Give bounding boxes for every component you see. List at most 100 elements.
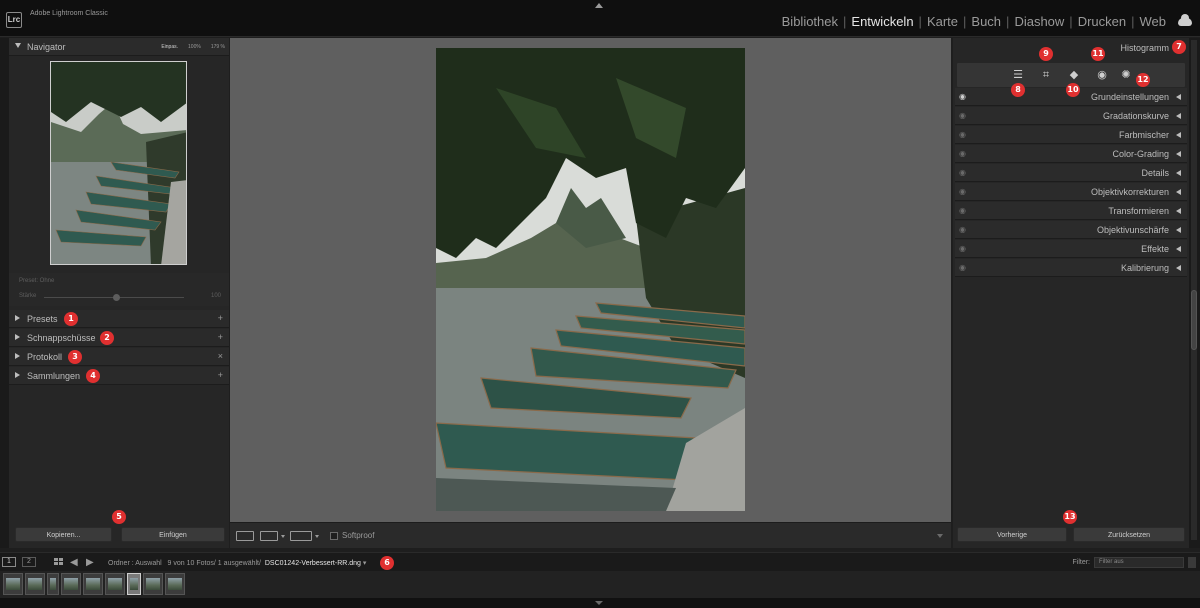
- panel-effekte[interactable]: ◉ Effekte: [955, 240, 1187, 258]
- module-picker: Bibliothek | Entwickeln | Karte | Buch | Dia…: [782, 14, 1166, 29]
- scrollbar-thumb[interactable]: [1191, 290, 1197, 350]
- filmstrip-thumbnail[interactable]: [61, 573, 81, 595]
- before-after-split-icon[interactable]: [290, 531, 312, 541]
- panel-kalibrierung[interactable]: ◉ Kalibrierung: [955, 259, 1187, 277]
- eye-icon[interactable]: ◉: [959, 244, 966, 253]
- masking-icon[interactable]: ✺: [1119, 68, 1133, 82]
- secondary-monitor-button[interactable]: 2: [22, 557, 36, 567]
- cloud-sync-icon[interactable]: [1178, 14, 1192, 26]
- panel-color-grading[interactable]: ◉ Color-Grading: [955, 145, 1187, 163]
- main-photo-area[interactable]: [230, 38, 951, 522]
- histogram-header[interactable]: Histogramm: [953, 38, 1189, 58]
- add-collection-icon[interactable]: +: [218, 370, 223, 380]
- zoom-fit-option[interactable]: Einpas.: [161, 44, 178, 50]
- filmstrip-thumbnail[interactable]: [105, 573, 125, 595]
- callout-badge: 3: [68, 350, 82, 364]
- eraser-icon[interactable]: ◆: [1067, 68, 1081, 82]
- module-entwickeln[interactable]: Entwickeln: [851, 14, 913, 29]
- toolbar-options-icon[interactable]: [937, 534, 943, 538]
- primary-monitor-button[interactable]: 1: [2, 557, 16, 567]
- filter-toggle[interactable]: [1188, 557, 1196, 568]
- add-preset-icon[interactable]: +: [218, 313, 223, 323]
- photo-preview[interactable]: [436, 48, 745, 511]
- filmstrip-thumbnail[interactable]: [165, 573, 185, 595]
- source-breadcrumb[interactable]: Ordner : Auswahl 9 von 10 Fotos/ 1 ausge…: [108, 559, 366, 567]
- eye-icon[interactable]: ◉: [959, 111, 966, 120]
- expand-triangle-icon: [1176, 189, 1181, 195]
- panel-farbmischer[interactable]: ◉ Farbmischer: [955, 126, 1187, 144]
- previous-settings-button[interactable]: Vorherige: [957, 527, 1067, 542]
- presets-panel-header[interactable]: Presets +: [9, 310, 229, 328]
- eye-icon[interactable]: ◉: [959, 263, 966, 272]
- sliders-icon[interactable]: ☰: [1011, 68, 1025, 82]
- collections-title: Sammlungen: [27, 371, 81, 381]
- module-separator: |: [1006, 14, 1010, 29]
- bottom-panel-toggle-icon[interactable]: [595, 601, 603, 605]
- zoom-179-option[interactable]: 179 %: [211, 44, 225, 50]
- callout-badge: 12: [1136, 73, 1150, 87]
- collections-panel-header[interactable]: Sammlungen +: [9, 367, 229, 385]
- add-snapshot-icon[interactable]: +: [218, 332, 223, 342]
- snapshots-panel-header[interactable]: Schnappschüsse +: [9, 329, 229, 347]
- module-drucken[interactable]: Drucken: [1078, 14, 1126, 29]
- view-dropdown-icon[interactable]: [281, 535, 285, 538]
- preset-label: Preset: Ohne: [19, 278, 55, 284]
- back-arrow-icon[interactable]: ◀: [70, 557, 78, 568]
- navigator-header[interactable]: Navigator Einpas. 100% 179 %: [9, 38, 229, 56]
- eye-icon[interactable]: ◉: [959, 187, 966, 196]
- navigator-thumbnail-image: [51, 62, 186, 264]
- eye-icon[interactable]: ◉: [959, 130, 966, 139]
- module-diashow[interactable]: Diashow: [1014, 14, 1064, 29]
- filmstrip-thumbnail[interactable]: [127, 573, 141, 595]
- callout-badge: 6: [380, 556, 394, 570]
- filmstrip-thumbnail[interactable]: [3, 573, 23, 595]
- panel-objektivkorrekturen[interactable]: ◉ Objektivkorrekturen: [955, 183, 1187, 201]
- zoom-100-option[interactable]: 100%: [188, 44, 201, 50]
- lightroom-window: Lrc Adobe Lightroom Classic Bibliothek | …: [0, 0, 1200, 608]
- right-panel-scrollbar[interactable]: [1191, 40, 1197, 540]
- before-after-view-icon[interactable]: [260, 531, 278, 541]
- module-karte[interactable]: Karte: [927, 14, 958, 29]
- copy-settings-button[interactable]: Kopieren...: [15, 527, 112, 542]
- panel-objektivunschaerfe[interactable]: ◉ Objektivunschärfe: [955, 221, 1187, 239]
- eye-icon[interactable]: ◉: [959, 149, 966, 158]
- module-bibliothek[interactable]: Bibliothek: [782, 14, 838, 29]
- filter-select[interactable]: Filter aus: [1094, 557, 1184, 568]
- clear-history-icon[interactable]: ×: [218, 351, 223, 361]
- forward-arrow-icon[interactable]: ▶: [86, 557, 94, 568]
- app-logo: Lrc: [6, 12, 22, 28]
- preset-strength-value: 100: [210, 293, 221, 299]
- left-panel: Navigator Einpas. 100% 179 % Preset: Ohn…: [9, 38, 229, 548]
- panel-gradationskurve[interactable]: ◉ Gradationskurve: [955, 107, 1187, 125]
- eye-icon[interactable]: ◉: [959, 225, 966, 234]
- softproof-checkbox[interactable]: [330, 532, 338, 540]
- filmstrip-thumbnail[interactable]: [25, 573, 45, 595]
- crop-icon[interactable]: ⌗: [1039, 68, 1053, 82]
- expand-triangle-icon: [1176, 151, 1181, 157]
- preset-strength-slider[interactable]: [113, 294, 120, 301]
- split-dropdown-icon[interactable]: [315, 535, 319, 538]
- expand-triangle-icon: [15, 315, 20, 321]
- panel-title: Objektivkorrekturen: [1090, 187, 1169, 197]
- eye-icon[interactable]: ◉: [959, 92, 966, 101]
- grid-view-icon[interactable]: [54, 558, 64, 566]
- top-panel-toggle-icon[interactable]: [595, 3, 603, 8]
- filmstrip-thumbnail[interactable]: [83, 573, 103, 595]
- panel-details[interactable]: ◉ Details: [955, 164, 1187, 182]
- loupe-view-icon[interactable]: [236, 531, 254, 541]
- paste-settings-button[interactable]: Einfügen: [121, 527, 225, 542]
- filmstrip-thumbnail[interactable]: [143, 573, 163, 595]
- expand-triangle-icon: [1176, 94, 1181, 100]
- eye-icon[interactable]: ◉: [959, 168, 966, 177]
- navigator-preview[interactable]: [50, 61, 187, 265]
- eye-icon[interactable]: ◉: [959, 206, 966, 215]
- reset-button[interactable]: Zurücksetzen: [1073, 527, 1185, 542]
- module-web[interactable]: Web: [1140, 14, 1167, 29]
- history-panel-header[interactable]: Protokoll ×: [9, 348, 229, 366]
- callout-badge: 1: [64, 312, 78, 326]
- module-buch[interactable]: Buch: [971, 14, 1001, 29]
- redeye-icon[interactable]: ◉: [1095, 68, 1109, 82]
- panel-transformieren[interactable]: ◉ Transformieren: [955, 202, 1187, 220]
- filmstrip-thumbnail[interactable]: [47, 573, 59, 595]
- module-separator: |: [1131, 14, 1135, 29]
